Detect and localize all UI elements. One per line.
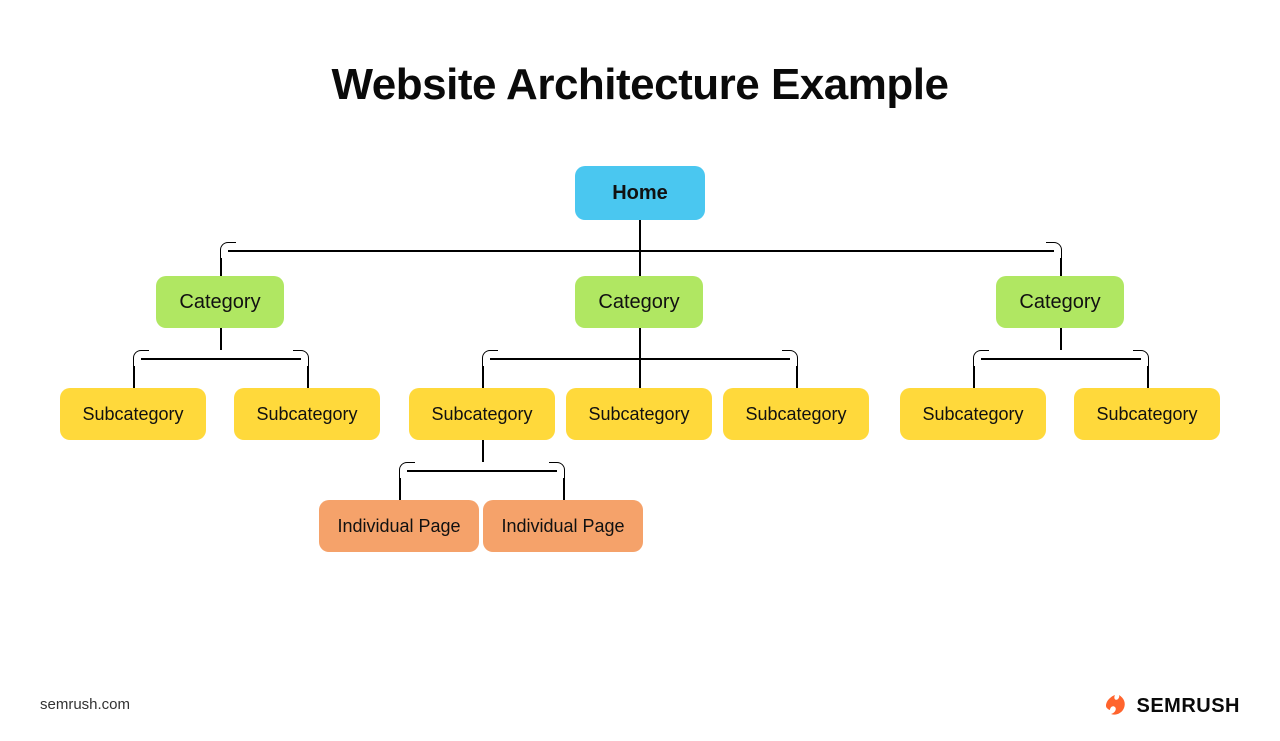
node-home: Home bbox=[575, 166, 705, 220]
connector-corner bbox=[220, 242, 236, 258]
connector bbox=[639, 328, 641, 350]
brand-logo: SEMRUSH bbox=[1102, 693, 1240, 719]
connector-corner bbox=[133, 350, 149, 366]
node-subcategory-2-3: Subcategory bbox=[723, 388, 869, 440]
node-category-3: Category bbox=[996, 276, 1124, 328]
connector-corner bbox=[1133, 350, 1149, 366]
connector bbox=[482, 440, 484, 462]
connector-corner bbox=[782, 350, 798, 366]
node-individual-2: Individual Page bbox=[483, 500, 643, 552]
node-subcategory-2-1: Subcategory bbox=[409, 388, 555, 440]
connector-corner bbox=[549, 462, 565, 478]
connector bbox=[141, 358, 301, 360]
connector-corner bbox=[293, 350, 309, 366]
connector-corner bbox=[1046, 242, 1062, 258]
diagram-title: Website Architecture Example bbox=[0, 60, 1280, 110]
node-individual-1: Individual Page bbox=[319, 500, 479, 552]
connector bbox=[973, 366, 975, 388]
attribution-text: semrush.com bbox=[40, 696, 130, 713]
connector bbox=[399, 478, 401, 500]
brand-text: SEMRUSH bbox=[1136, 695, 1240, 718]
connector bbox=[563, 478, 565, 500]
connector-corner bbox=[399, 462, 415, 478]
connector bbox=[639, 220, 641, 242]
connector-corner bbox=[973, 350, 989, 366]
connector bbox=[220, 258, 222, 276]
connector bbox=[981, 358, 1141, 360]
fire-icon bbox=[1102, 693, 1128, 719]
node-subcategory-1-1: Subcategory bbox=[60, 388, 206, 440]
connector bbox=[1060, 258, 1062, 276]
connector bbox=[1147, 366, 1149, 388]
node-subcategory-3-2: Subcategory bbox=[1074, 388, 1220, 440]
connector bbox=[1060, 328, 1062, 350]
connector bbox=[639, 242, 641, 276]
node-subcategory-3-1: Subcategory bbox=[900, 388, 1046, 440]
connector bbox=[228, 250, 1054, 252]
connector bbox=[407, 470, 557, 472]
connector-corner bbox=[482, 350, 498, 366]
connector bbox=[482, 366, 484, 388]
connector bbox=[307, 366, 309, 388]
node-category-2: Category bbox=[575, 276, 703, 328]
connector bbox=[639, 350, 641, 388]
node-subcategory-2-2: Subcategory bbox=[566, 388, 712, 440]
node-category-1: Category bbox=[156, 276, 284, 328]
node-subcategory-1-2: Subcategory bbox=[234, 388, 380, 440]
connector bbox=[220, 328, 222, 350]
connector bbox=[133, 366, 135, 388]
connector bbox=[796, 366, 798, 388]
